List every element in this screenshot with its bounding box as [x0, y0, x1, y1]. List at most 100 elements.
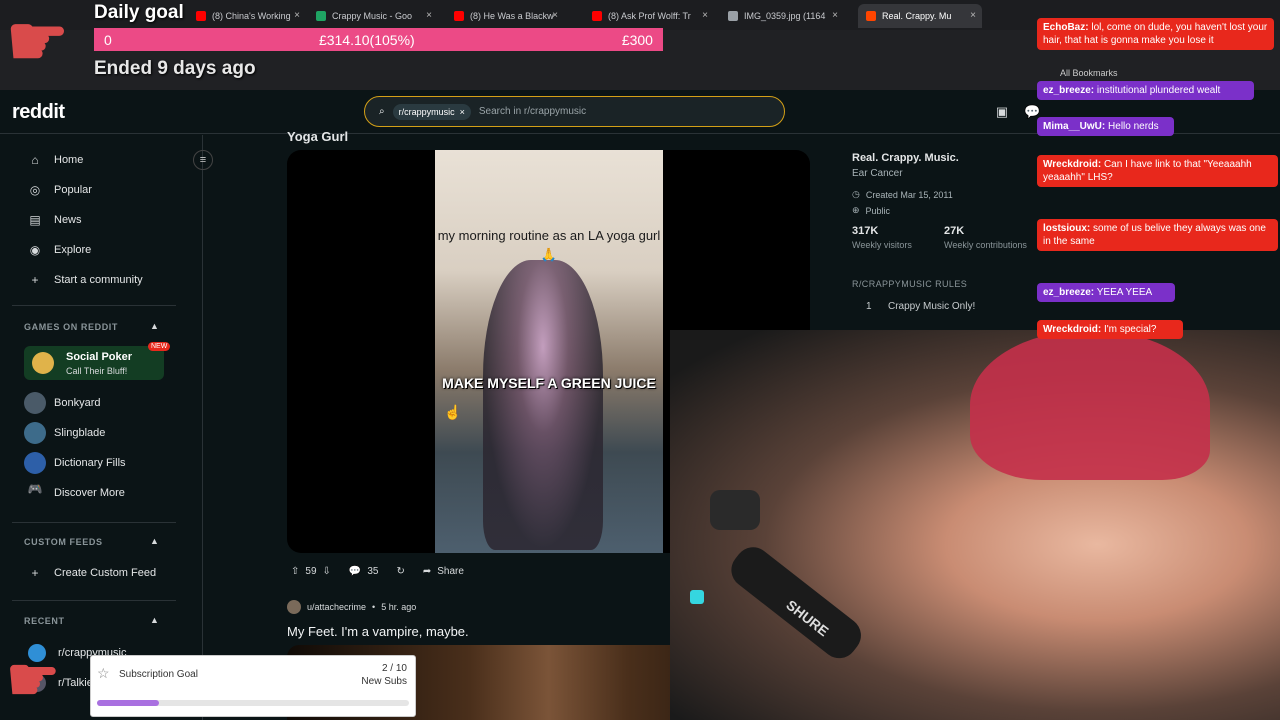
games-header[interactable]: GAMES ON REDDIT: [24, 322, 118, 332]
tab-label: Real. Crappy. Mu: [882, 11, 952, 21]
post-title[interactable]: My Feet. I'm a vampire, maybe.: [287, 624, 469, 639]
vote-count: 59: [305, 566, 317, 577]
search-input[interactable]: Search in r/crappymusic: [479, 106, 586, 117]
browser-tab[interactable]: Real. Crappy. Mu ×: [858, 4, 982, 28]
close-icon[interactable]: ×: [460, 107, 465, 117]
sidebar-divider: [12, 600, 176, 601]
browser-tab[interactable]: IMG_0359.jpg (1164 ×: [720, 4, 844, 28]
tab-favicon-icon: [316, 11, 326, 21]
game-item[interactable]: 🎮 Discover More: [24, 482, 125, 504]
video-caption: my morning routine as an LA yoga gurl 🙏: [437, 228, 661, 262]
goal-current: £314.10(105%): [318, 31, 415, 48]
close-icon[interactable]: ×: [294, 10, 300, 21]
tab-label: (8) He Was a Blackw: [470, 11, 554, 21]
custom-feeds-header[interactable]: CUSTOM FEEDS: [24, 537, 103, 547]
vote-pill[interactable]: ⇧ 59 ⇩: [287, 563, 335, 580]
featured-game[interactable]: Social Poker Call Their Bluff! NEW: [24, 342, 171, 380]
chat-username: ez_breeze:: [1043, 287, 1095, 298]
post-title[interactable]: Yoga Gurl: [287, 129, 348, 144]
game-icon: [24, 422, 46, 444]
create-custom-feed[interactable]: + Create Custom Feed: [28, 566, 156, 580]
close-icon[interactable]: ×: [970, 10, 976, 21]
browser-tab[interactable]: (8) Ask Prof Wolff: Tr ×: [584, 4, 714, 28]
tab-favicon-icon: [728, 11, 738, 21]
browser-tab[interactable]: Crappy Music - Goo ×: [308, 4, 438, 28]
subreddit-chip[interactable]: r/crappymusic ×: [392, 103, 471, 120]
downvote-icon[interactable]: ⇩: [323, 566, 331, 577]
subscription-goal-count: 2 / 10 New Subs: [361, 663, 407, 687]
sidebar-item-home[interactable]: ⌂ Home: [28, 153, 83, 167]
ads-icon[interactable]: ▣: [994, 104, 1010, 120]
chat-message: ez_breeze: YEEA YEEA: [1037, 283, 1175, 302]
post-time: 5 hr. ago: [381, 602, 417, 612]
daily-goal-title: Daily goal: [94, 2, 184, 23]
chat-message: EchoBaz: lol, come on dude, you haven't …: [1037, 18, 1274, 50]
comment-icon: 💬: [348, 566, 362, 577]
subscription-goal-label: Subscription Goal: [119, 669, 198, 680]
browser-tab[interactable]: (8) China's Working ×: [188, 4, 306, 28]
close-icon[interactable]: ×: [552, 10, 558, 21]
sidebar-item-news[interactable]: ▤ News: [28, 213, 82, 227]
sidebar-item-start-a-community[interactable]: + Start a community: [28, 273, 143, 287]
featured-game-title: Social Poker: [66, 351, 133, 363]
share-button[interactable]: ➦ Share: [419, 563, 468, 580]
globe-icon: ⊕: [852, 205, 860, 215]
game-label: Discover More: [54, 487, 125, 499]
close-icon[interactable]: ×: [426, 10, 432, 21]
goal-target: £300: [621, 31, 653, 48]
community-visibility: ⊕ Public: [852, 205, 891, 216]
recent-header[interactable]: RECENT: [24, 616, 65, 626]
crosspost-button[interactable]: ↻: [392, 563, 408, 580]
game-item[interactable]: Dictionary Fills: [24, 452, 126, 474]
author-name[interactable]: u/attachecrime: [307, 602, 366, 612]
rule-text: Crappy Music Only!: [888, 301, 976, 312]
chat-username: ez_breeze:: [1043, 85, 1095, 96]
weekly-visitors-count: 317K: [852, 225, 879, 237]
chat-text: YEEA YEEA: [1096, 287, 1153, 298]
game-icon: [24, 452, 46, 474]
game-item[interactable]: Slingblade: [24, 422, 105, 444]
sidebar-divider: [12, 305, 176, 306]
chevron-up-icon[interactable]: ▲: [150, 536, 159, 546]
search-bar[interactable]: ⌕ r/crappymusic × Search in r/crappymusic: [364, 96, 785, 127]
avatar[interactable]: [287, 600, 301, 614]
sidebar-item-popular[interactable]: ◎ Popular: [28, 183, 92, 197]
chat-text: Hello nerds: [1108, 121, 1159, 132]
community-created: ◷ Created Mar 15, 2011: [852, 189, 953, 200]
weekly-contributions-label: Weekly contributions: [944, 240, 1027, 250]
chat-message: Mima__UwU: Hello nerds: [1037, 117, 1174, 136]
tab-favicon-icon: [454, 11, 464, 21]
comments-button[interactable]: 💬 35: [345, 563, 383, 580]
tab-favicon-icon: [592, 11, 602, 21]
rule-item[interactable]: 1 Crappy Music Only!: [866, 301, 975, 312]
video-frame[interactable]: my morning routine as an LA yoga gurl 🙏 …: [435, 150, 663, 553]
weekly-contributions-count: 27K: [944, 225, 965, 237]
upvote-icon[interactable]: ⇧: [291, 566, 299, 577]
game-label: Slingblade: [54, 427, 106, 439]
hand-cursor-icon: ☝: [444, 404, 462, 420]
game-item[interactable]: Bonkyard: [24, 392, 100, 414]
nav-icon: ⌂: [31, 153, 39, 167]
reddit-logo[interactable]: reddit: [12, 101, 65, 124]
bookmarks-label[interactable]: All Bookmarks: [1060, 68, 1118, 78]
sidebar-item-label: News: [54, 214, 82, 226]
rules-header: R/CRAPPYMUSIC RULES: [852, 279, 968, 289]
sidebar-item-label: Start a community: [54, 274, 143, 286]
tab-label: (8) China's Working: [212, 11, 291, 21]
daily-goal-status: Ended 9 days ago: [94, 58, 256, 79]
community-name: Real. Crappy. Music.: [852, 152, 959, 164]
browser-tab[interactable]: (8) He Was a Blackw ×: [446, 4, 564, 28]
microphone-icon: [690, 490, 861, 659]
nav-icon: ◉: [29, 243, 41, 257]
close-icon[interactable]: ×: [832, 10, 838, 21]
new-badge: NEW: [148, 342, 171, 351]
chevron-up-icon[interactable]: ▲: [150, 321, 159, 331]
chevron-up-icon[interactable]: ▲: [150, 615, 159, 625]
nav-icon: ◎: [29, 183, 41, 197]
close-icon[interactable]: ×: [702, 10, 708, 21]
sidebar-item-explore[interactable]: ◉ Explore: [28, 243, 92, 257]
nav-icon: +: [31, 273, 39, 287]
search-icon: ⌕: [379, 106, 385, 117]
chat-username: Wreckdroid:: [1043, 324, 1102, 335]
menu-toggle-icon[interactable]: ≡: [193, 150, 213, 170]
